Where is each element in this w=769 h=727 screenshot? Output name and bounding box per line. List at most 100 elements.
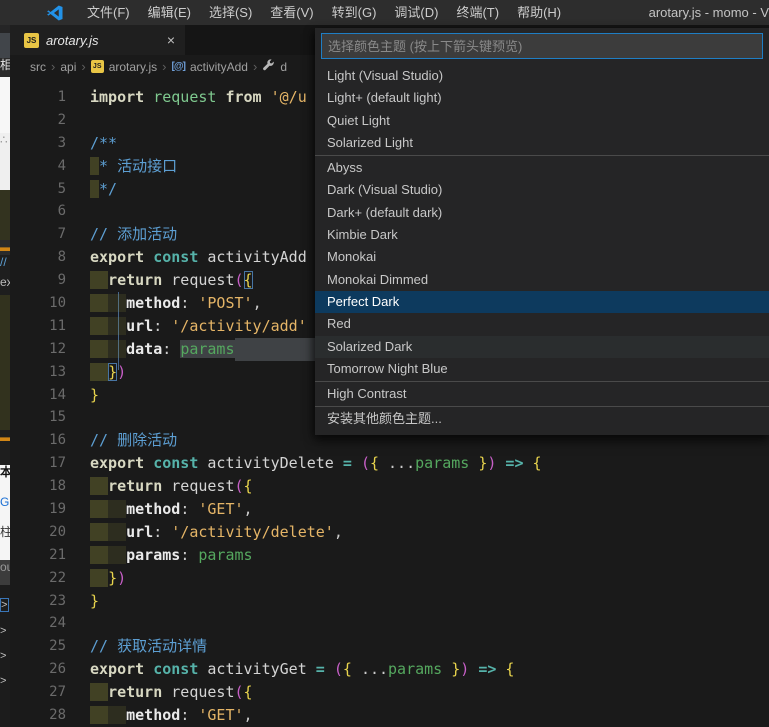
line-number: 9: [57, 272, 66, 289]
menu-item[interactable]: 编辑(E): [139, 0, 200, 25]
theme-option[interactable]: 安装其他颜色主题...: [315, 408, 769, 430]
code-token: {: [369, 454, 389, 473]
code-token: [108, 316, 127, 335]
background-fragment: [0, 77, 10, 133]
code-token: :: [180, 545, 199, 564]
theme-option[interactable]: Light (Visual Studio): [315, 65, 769, 87]
chevron-right-icon: ›: [252, 59, 258, 74]
code-line[interactable]: 27 return request({: [10, 681, 769, 704]
chevron-right-icon: ›: [51, 59, 56, 74]
code-line[interactable]: 20 url: '/activity/delete',: [10, 521, 769, 544]
code-token: [90, 339, 109, 358]
theme-option[interactable]: Abyss: [315, 157, 769, 179]
code-text: */: [90, 178, 117, 201]
list-separator: [315, 381, 769, 383]
background-fragment: ∴: [0, 133, 10, 190]
menu-item[interactable]: 查看(V): [261, 0, 322, 25]
code-line[interactable]: 23}: [10, 590, 769, 613]
code-line[interactable]: 21 params: params: [10, 544, 769, 567]
code-line[interactable]: 26 export const activityGet = ({ ...param…: [10, 658, 769, 681]
code-token: :: [153, 316, 172, 335]
code-text: export const activityGet = ({ ...params …: [90, 658, 514, 681]
breadcrumb-file[interactable]: arotary.js: [109, 60, 157, 74]
code-line[interactable]: 25 // 获取活动详情: [10, 635, 769, 658]
menu-item[interactable]: 文件(F): [78, 0, 139, 25]
code-line[interactable]: 19 method: 'GET',: [10, 498, 769, 521]
code-token: '/activity/delete': [171, 522, 334, 541]
menu-item[interactable]: 调试(D): [385, 0, 447, 25]
menu-item[interactable]: 转到(G): [323, 0, 386, 25]
background-fragment: 柱: [0, 525, 10, 560]
code-token: (: [234, 271, 244, 290]
code-token: {: [342, 660, 361, 679]
selection-highlight: [234, 337, 315, 361]
line-number: 16: [49, 432, 66, 449]
prompt-chevron-icon: >: [0, 650, 7, 662]
breadcrumb-src[interactable]: src: [30, 60, 46, 74]
code-token: return: [108, 477, 172, 496]
line-number: 22: [49, 569, 66, 586]
menu-item[interactable]: 选择(S): [200, 0, 261, 25]
theme-option[interactable]: Perfect Dark: [315, 290, 769, 314]
theme-option[interactable]: Solarized Light: [315, 132, 769, 154]
code-token: ,: [252, 294, 262, 313]
code-text: }): [90, 361, 126, 384]
code-token: :: [162, 339, 181, 358]
code-token: return: [108, 683, 172, 702]
code-token: ): [460, 660, 470, 679]
code-token: '@/u: [270, 88, 307, 106]
code-line[interactable]: 22 }): [10, 567, 769, 590]
code-token: export: [90, 248, 154, 267]
code-line[interactable]: 24: [10, 612, 769, 635]
code-line[interactable]: 18 return request({: [10, 475, 769, 498]
js-file-icon: JS: [24, 32, 39, 48]
theme-option[interactable]: Kimbie Dark: [315, 224, 769, 246]
line-number: 3: [57, 134, 66, 151]
code-token: * 活动接口: [99, 156, 178, 175]
breadcrumb-symbol[interactable]: activityAdd: [190, 60, 248, 74]
code-token: export: [90, 660, 154, 679]
code-token: return: [108, 271, 172, 290]
code-token: [90, 362, 109, 381]
code-token: :: [180, 294, 199, 313]
code-token: const: [153, 660, 208, 679]
code-token: url: [126, 522, 154, 541]
code-text: }: [90, 590, 99, 613]
background-fragment: [0, 190, 10, 240]
code-token: request: [171, 271, 235, 290]
theme-option[interactable]: Quiet Light: [315, 110, 769, 132]
theme-option[interactable]: High Contrast: [315, 383, 769, 405]
tab-close-icon[interactable]: ×: [167, 32, 175, 48]
code-token: export: [90, 454, 154, 473]
theme-option[interactable]: Dark+ (default dark): [315, 202, 769, 224]
code-line[interactable]: 17 export const activityDelete = ({ ...pa…: [10, 452, 769, 475]
tab-arotary-js[interactable]: JS arotary.js ×: [10, 25, 185, 55]
symbol-module-icon: [@]: [171, 61, 186, 72]
theme-option[interactable]: Monokai Dimmed: [315, 269, 769, 291]
code-token: :: [153, 522, 172, 541]
code-token: (: [360, 454, 370, 473]
breadcrumb-partial[interactable]: d: [280, 60, 287, 74]
breadcrumb-api[interactable]: api: [60, 60, 76, 74]
code-line[interactable]: 28 method: 'GET',: [10, 704, 769, 727]
line-number: 12: [49, 340, 66, 357]
theme-option[interactable]: Solarized Dark: [315, 335, 769, 358]
line-number: 10: [49, 295, 66, 312]
theme-option[interactable]: Tomorrow Night Blue: [315, 358, 769, 380]
menu-item[interactable]: 帮助(H): [508, 0, 570, 25]
menu-item[interactable]: 终端(T): [447, 0, 508, 25]
theme-option[interactable]: Monokai: [315, 246, 769, 268]
code-token: {: [243, 271, 253, 290]
code-text: export const activityDelete = ({ ...para…: [90, 452, 542, 475]
code-token: request: [171, 477, 235, 496]
line-number: 23: [49, 592, 66, 609]
theme-search-input[interactable]: [321, 33, 763, 59]
theme-option[interactable]: Dark (Visual Studio): [315, 179, 769, 201]
code-token: data: [126, 339, 163, 358]
code-text: url: '/activity/delete',: [90, 521, 343, 544]
code-token: params: [126, 545, 181, 564]
theme-option[interactable]: Red: [315, 313, 769, 335]
code-token: params: [198, 545, 253, 564]
window-title: arotary.js - momo - V: [648, 5, 769, 20]
theme-option[interactable]: Light+ (default light): [315, 87, 769, 109]
